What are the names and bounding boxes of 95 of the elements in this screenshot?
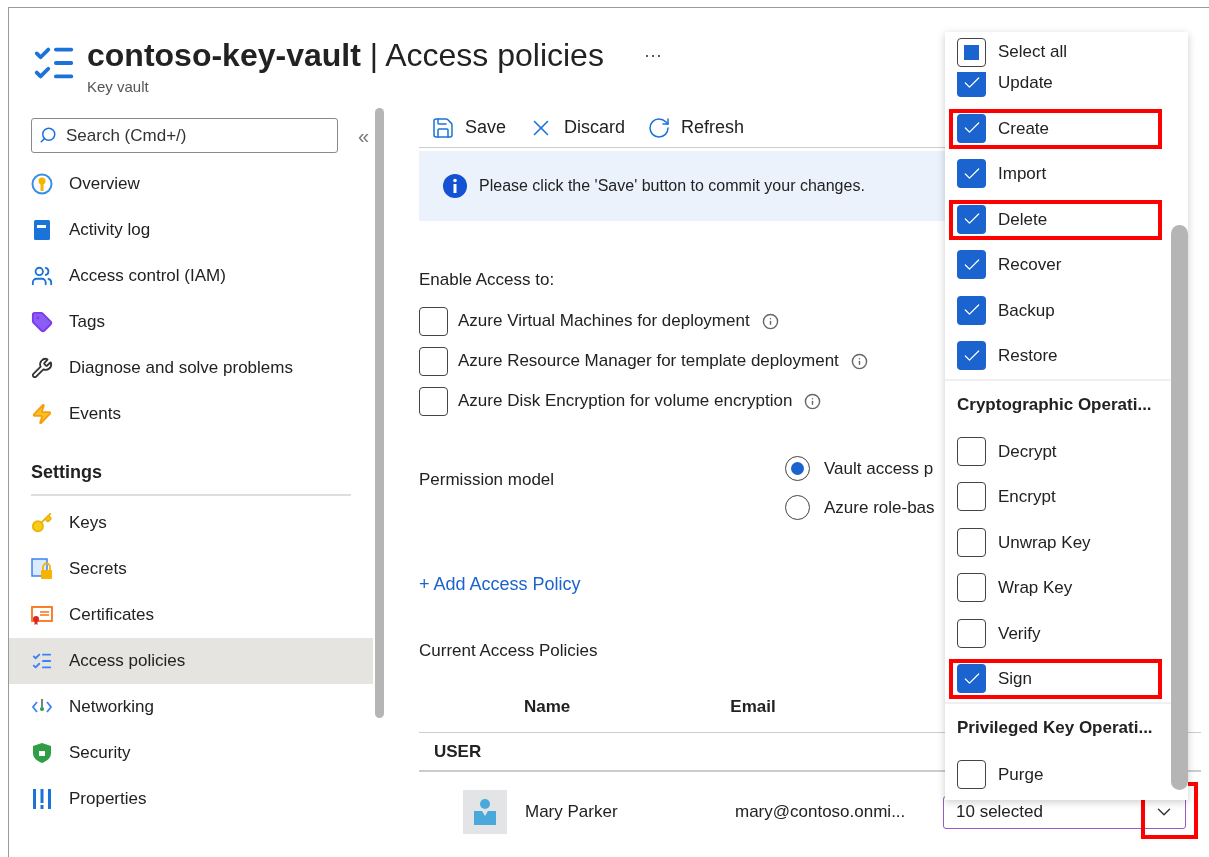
menu-item[interactable]: Purge (945, 751, 1171, 797)
checkbox[interactable] (957, 204, 986, 234)
document-lock-icon (31, 558, 53, 580)
menu-item[interactable]: Wrap Key (945, 565, 1171, 611)
key-circle-icon (31, 173, 53, 195)
group-heading: Privileged Key Operati... (956, 716, 1154, 739)
checkbox[interactable] (957, 527, 986, 557)
menu-item[interactable]: Update (945, 72, 1171, 106)
menu-item[interactable]: Sign (945, 656, 1171, 702)
info-icon (443, 174, 467, 198)
checkbox[interactable] (957, 159, 986, 189)
radio-button[interactable] (785, 495, 810, 521)
wrench-icon (31, 357, 53, 379)
group-heading: Cryptographic Operati... (956, 393, 1153, 416)
key-icon (31, 512, 53, 534)
section-heading: Settings (31, 462, 102, 482)
page-subtitle: Key vault (87, 77, 150, 97)
sidebar-item[interactable]: Networking (9, 684, 373, 730)
save-button[interactable]: Save (431, 114, 507, 141)
menu-item[interactable]: Recover (945, 242, 1171, 288)
info-icon (804, 392, 822, 410)
sidebar-item[interactable]: Overview (9, 161, 373, 207)
field-label: Permission model (419, 468, 556, 491)
menu-item[interactable]: Verify (945, 610, 1171, 656)
tag-icon (31, 311, 53, 333)
checkbox[interactable] (957, 618, 986, 648)
checkbox-label: Azure Resource Manager for template deployment (458, 350, 839, 373)
collapse-button[interactable]: « (358, 120, 370, 151)
menu-item-label: Select all (998, 41, 1067, 64)
checkbox[interactable] (957, 436, 986, 466)
checkbox[interactable] (957, 759, 986, 789)
checkbox[interactable] (419, 346, 448, 376)
search-icon (39, 126, 57, 144)
menu-item[interactable]: Decrypt (945, 428, 1171, 474)
checkbox[interactable] (419, 306, 448, 336)
checkbox[interactable] (957, 113, 986, 143)
checkbox[interactable] (957, 295, 986, 325)
radio-label: Azure role-bas (824, 497, 935, 519)
info-icon (761, 312, 779, 330)
sidebar-item[interactable]: Activity log (9, 207, 373, 253)
book-icon (33, 219, 51, 241)
checkbox-label: Azure Disk Encryption for volume encryption (458, 390, 793, 413)
column-header: Name (524, 695, 571, 718)
menu-item[interactable]: Import (945, 151, 1171, 197)
checkbox[interactable] (957, 37, 986, 67)
sidebar-item[interactable]: Secrets (9, 546, 373, 592)
checkbox[interactable] (957, 250, 986, 280)
menu-item[interactable]: Restore (945, 333, 1171, 379)
table-title: Current Access Policies (419, 639, 598, 662)
section-label: Enable Access to: (419, 269, 555, 291)
checkbox[interactable] (957, 341, 986, 371)
page-title: contoso-key-vault | Access policies (87, 36, 604, 74)
people-icon (31, 265, 53, 287)
menu-item[interactable]: Delete (945, 196, 1171, 242)
scrollbar[interactable] (375, 108, 384, 718)
certificate-icon (31, 604, 53, 626)
discard-button[interactable]: Discard (528, 114, 626, 141)
sidebar-item[interactable]: Events (9, 391, 373, 437)
shield-icon (32, 742, 52, 764)
refresh-icon (647, 115, 672, 140)
column-header: Email (730, 695, 776, 718)
checkbox[interactable] (957, 72, 986, 98)
sidebar-item[interactable]: Properties (9, 776, 373, 822)
sidebar-item[interactable]: Security (9, 730, 373, 776)
menu-item[interactable]: Backup (945, 287, 1171, 333)
checkbox[interactable] (957, 664, 986, 694)
banner-text: Please click the 'Save' button to commit your changes. (479, 176, 865, 196)
sidebar-item[interactable]: Tags (9, 299, 373, 345)
bars-icon (32, 788, 52, 810)
scrollbar[interactable] (1171, 225, 1188, 790)
checkbox[interactable] (957, 573, 986, 603)
user-email: mary@contoso.onmi... (735, 801, 907, 824)
sidebar-item[interactable]: Certificates (9, 592, 373, 638)
menu-item[interactable]: Encrypt (945, 474, 1171, 520)
refresh-button[interactable]: Refresh (647, 114, 745, 141)
user-name: Mary Parker (525, 801, 619, 824)
lightning-icon (31, 403, 53, 425)
menu-item[interactable]: Unwrap Key (945, 519, 1171, 565)
checkbox[interactable] (957, 482, 986, 512)
sidebar-item[interactable]: Access policies (9, 638, 373, 684)
sidebar-item[interactable]: Access control (IAM) (9, 253, 373, 299)
menu-item[interactable]: Create (945, 105, 1171, 151)
add-policy-link[interactable]: + Add Access Policy (419, 570, 581, 598)
info-icon (850, 352, 868, 370)
sidebar-item[interactable]: Keys (9, 500, 373, 546)
radio-button[interactable] (785, 455, 810, 481)
save-icon (431, 115, 455, 140)
radio-label: Vault access p (824, 457, 934, 480)
more-button[interactable]: ··· (643, 41, 662, 69)
checkbox-label: Azure Virtual Machines for deployment (458, 310, 750, 333)
group-label: USER (434, 740, 482, 763)
search-field[interactable]: Search (Cmd+/) (31, 118, 338, 153)
sidebar-item[interactable]: Diagnose and solve problems (9, 345, 373, 391)
checkbox[interactable] (419, 386, 448, 416)
user-avatar (463, 790, 507, 834)
